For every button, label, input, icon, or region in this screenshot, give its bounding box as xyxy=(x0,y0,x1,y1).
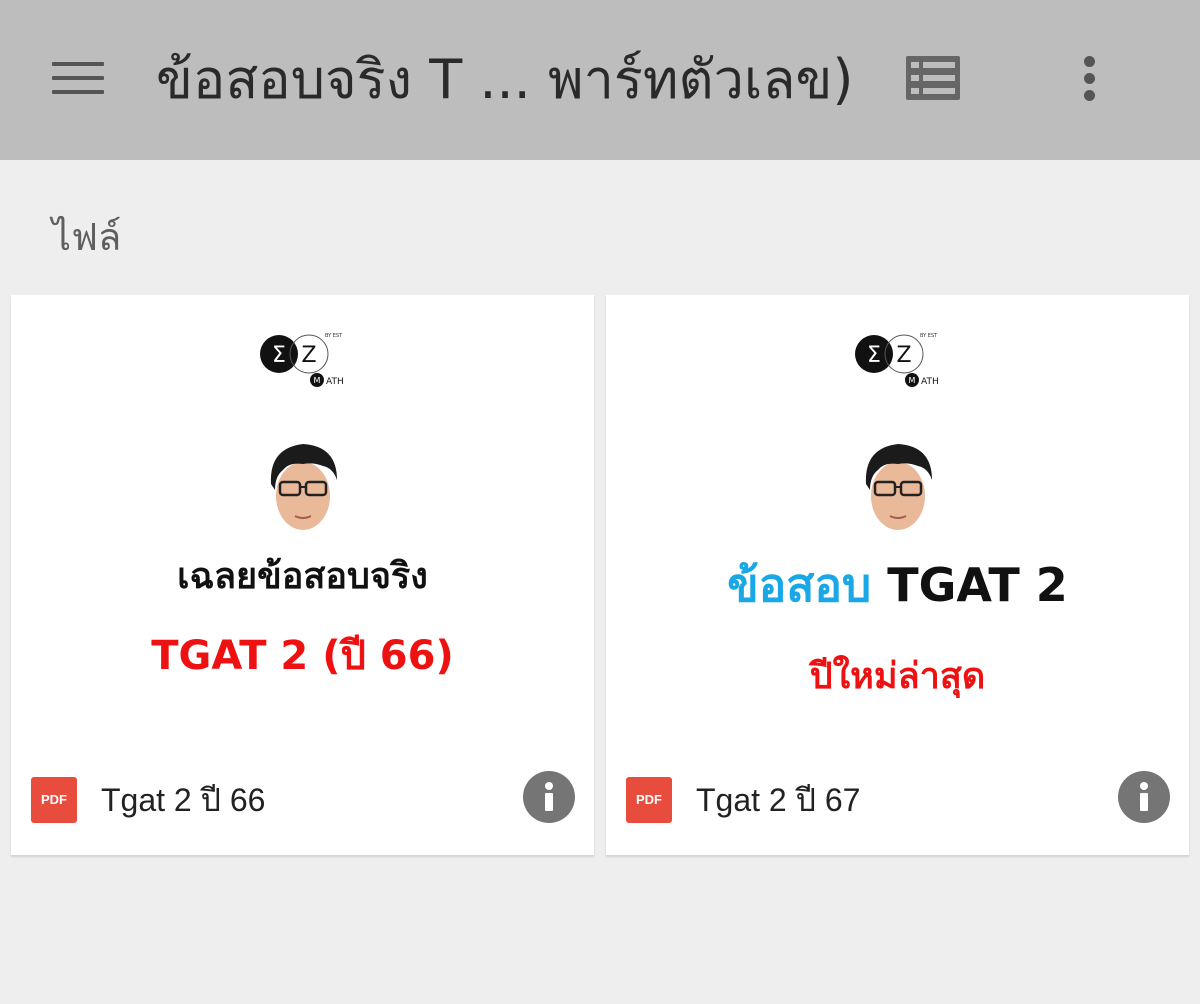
logo-sigma: Σ xyxy=(867,343,881,368)
menu-line xyxy=(52,62,104,66)
file-name: Tgat 2 ปี 66 xyxy=(101,782,266,818)
list-view-icon[interactable] xyxy=(906,56,960,100)
portrait-image xyxy=(858,440,938,536)
menu-line xyxy=(52,76,104,80)
file-card[interactable]: Σ Z BY EST M ATH เฉลยข้อสอบจริง TGAT 2 (… xyxy=(11,295,594,855)
hamburger-menu-button[interactable] xyxy=(52,60,104,96)
menu-line xyxy=(52,90,104,94)
svg-text:M: M xyxy=(909,376,916,385)
svg-text:M: M xyxy=(314,376,321,385)
section-header-files: ไฟล์ xyxy=(52,215,122,259)
ezmath-logo: Σ Z BY EST M ATH xyxy=(259,328,359,390)
logo-z: Z xyxy=(301,343,316,368)
thumbnail-headline: ข้อสอบ TGAT 2 xyxy=(606,549,1189,622)
folder-title: ข้อสอบจริง T ... พาร์ทตัวเลข) xyxy=(156,48,854,111)
logo-sigma: Σ xyxy=(272,343,286,368)
pdf-icon: PDF xyxy=(626,777,672,823)
more-options-button[interactable] xyxy=(1072,54,1108,104)
file-info-row: PDF Tgat 2 ปี 66 xyxy=(11,755,594,855)
portrait-image xyxy=(263,440,343,536)
file-name: Tgat 2 ปี 67 xyxy=(696,782,861,818)
thumbnail-headline: เฉลยข้อสอบจริง xyxy=(177,556,428,597)
app-bar: ข้อสอบจริง T ... พาร์ทตัวเลข) xyxy=(0,0,1200,160)
more-vert-dot xyxy=(1084,73,1095,84)
file-card[interactable]: Σ Z BY EST M ATH ข้อสอบ TGAT 2 ปีใหม่ล่า… xyxy=(606,295,1189,855)
file-thumbnail[interactable]: Σ Z BY EST M ATH ข้อสอบ TGAT 2 ปีใหม่ล่า… xyxy=(606,295,1189,755)
info-button[interactable] xyxy=(1118,771,1170,823)
info-icon xyxy=(545,782,553,811)
logo-sub-text: ATH xyxy=(326,377,344,387)
info-button[interactable] xyxy=(523,771,575,823)
thumbnail-headline-blue: ข้อสอบ xyxy=(727,558,872,612)
ezmath-logo: Σ Z BY EST M ATH xyxy=(854,328,954,390)
more-vert-icon xyxy=(1084,56,1095,67)
pdf-icon: PDF xyxy=(31,777,77,823)
thumbnail-headline-black: TGAT 2 xyxy=(887,558,1068,612)
thumbnail-subheadline: ปีใหม่ล่าสุด xyxy=(809,656,986,697)
more-vert-dot xyxy=(1084,90,1095,101)
thumbnail-subheadline: TGAT 2 (ปี 66) xyxy=(151,633,454,679)
logo-small-text: BY EST xyxy=(325,333,343,339)
file-thumbnail[interactable]: Σ Z BY EST M ATH เฉลยข้อสอบจริง TGAT 2 (… xyxy=(11,295,594,755)
logo-sub-text: ATH xyxy=(921,377,939,387)
file-info-row: PDF Tgat 2 ปี 67 xyxy=(606,755,1189,855)
logo-small-text: BY EST xyxy=(920,333,938,339)
info-icon xyxy=(1140,782,1148,811)
logo-z: Z xyxy=(896,343,911,368)
